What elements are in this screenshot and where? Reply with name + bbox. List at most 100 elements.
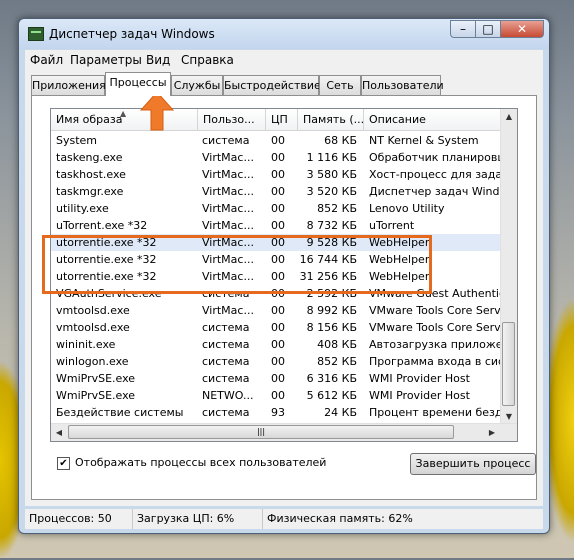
tab-network[interactable]: Сеть xyxy=(319,75,361,95)
process-cpu: 00 xyxy=(271,219,285,232)
menu-bar: Файл Параметры Вид Справка xyxy=(25,50,543,70)
process-memory: 68 КБ xyxy=(324,134,357,147)
column-description[interactable]: Описание xyxy=(364,109,503,131)
process-name: wininit.exe xyxy=(56,338,116,351)
horizontal-scrollbar[interactable]: ◀ ||| ▶ xyxy=(51,423,517,441)
column-image-name[interactable]: ▲ Имя образа xyxy=(51,109,198,131)
process-cpu: 00 xyxy=(271,372,285,385)
process-row[interactable]: System система 00 68 КБ NT Kernel & System xyxy=(51,132,503,149)
process-cpu: 00 xyxy=(271,389,285,402)
column-cpu[interactable]: ЦП xyxy=(266,109,298,131)
status-process-count: Процессов: 50 xyxy=(25,509,133,529)
process-description: uTorrent xyxy=(369,219,415,232)
process-row[interactable]: taskeng.exe VirtMac... 00 1 116 КБ Обработчи… xyxy=(51,149,503,166)
horizontal-scroll-thumb[interactable]: ||| xyxy=(68,425,454,439)
tab-performance[interactable]: Быстродействие xyxy=(223,75,321,95)
process-description: Lenovo Utility xyxy=(369,202,445,215)
scroll-left-icon[interactable]: ◀ xyxy=(51,424,67,441)
process-description: Хост-процесс для задач W xyxy=(369,168,503,181)
process-description: Обработчик планировщ xyxy=(369,151,503,164)
minimize-button[interactable]: – xyxy=(450,20,476,38)
process-row[interactable]: wininit.exe система 00 408 КБ Автозагрузка п… xyxy=(51,336,503,353)
window-title: Диспетчер задач Windows xyxy=(49,27,215,41)
column-image-name-label: Имя образа xyxy=(56,113,123,126)
scroll-up-icon[interactable]: ▲ xyxy=(501,109,517,125)
process-row[interactable]: uTorrent.exe *32 VirtMac... 00 8 732 КБ uTor… xyxy=(51,217,503,234)
maximize-button[interactable]: □ xyxy=(475,20,501,38)
process-memory: 8 732 КБ xyxy=(306,219,357,232)
close-button[interactable]: ✕ xyxy=(500,20,544,38)
status-cpu-usage: Загрузка ЦП: 6% xyxy=(133,509,263,529)
menu-help[interactable]: Справка xyxy=(181,53,234,67)
vertical-scrollbar[interactable]: ▲ ▼ xyxy=(500,109,517,425)
process-row[interactable]: vmtoolsd.exe VirtMac... 00 8 992 КБ VMware T… xyxy=(51,302,503,319)
menu-view[interactable]: Вид xyxy=(146,53,170,67)
title-bar: Диспетчер задач Windows – □ ✕ xyxy=(19,19,549,49)
process-user: система xyxy=(202,372,250,385)
process-cpu: 00 xyxy=(271,151,285,164)
process-name: vmtoolsd.exe xyxy=(56,321,130,334)
process-description: VMware Tools Core Service xyxy=(369,304,503,317)
process-name: uTorrent.exe *32 xyxy=(56,219,148,232)
process-row[interactable]: Бездействие системы система 93 24 КБ Процент… xyxy=(51,404,503,421)
process-cpu: 00 xyxy=(271,134,285,147)
process-user: VirtMac... xyxy=(202,185,254,198)
menu-options[interactable]: Параметры xyxy=(70,53,142,67)
process-row[interactable]: utility.exe VirtMac... 00 852 КБ Lenovo Util… xyxy=(51,200,503,217)
process-name: Бездействие системы xyxy=(56,406,184,419)
process-user: NETWO... xyxy=(202,389,254,402)
process-description: NT Kernel & System xyxy=(369,134,479,147)
tab-users[interactable]: Пользователи xyxy=(361,75,444,95)
process-description: WMI Provider Host xyxy=(369,372,470,385)
status-bar: Процессов: 50 Загрузка ЦП: 6% Физическая… xyxy=(25,509,543,529)
process-row[interactable]: vmtoolsd.exe система 00 8 156 КБ VMware Tool… xyxy=(51,319,503,336)
column-memory[interactable]: Память (... xyxy=(298,109,364,131)
process-name: vmtoolsd.exe xyxy=(56,304,130,317)
process-cpu: 00 xyxy=(271,338,285,351)
tab-applications[interactable]: Приложения xyxy=(31,75,106,95)
process-memory: 6 316 КБ xyxy=(306,372,357,385)
process-row[interactable]: WmiPrvSE.exe система 00 6 316 КБ WMI Provide… xyxy=(51,370,503,387)
process-memory: 8 156 КБ xyxy=(306,321,357,334)
process-memory: 24 КБ xyxy=(324,406,357,419)
highlight-box xyxy=(42,235,432,294)
process-cpu: 00 xyxy=(271,355,285,368)
process-cpu: 00 xyxy=(271,321,285,334)
vertical-scroll-thumb[interactable] xyxy=(502,322,515,406)
column-user[interactable]: Пользо... xyxy=(198,109,266,131)
process-cpu: 00 xyxy=(271,168,285,181)
show-all-processes-label: Отображать процессы всех пользователей xyxy=(75,456,327,469)
process-memory: 3 520 КБ xyxy=(306,185,357,198)
process-description: Диспетчер задач Windows xyxy=(369,185,503,198)
menu-file[interactable]: Файл xyxy=(30,53,63,67)
process-memory: 8 992 КБ xyxy=(306,304,357,317)
process-user: система xyxy=(202,338,250,351)
process-cpu: 93 xyxy=(271,406,285,419)
task-manager-icon xyxy=(28,27,44,41)
process-row[interactable]: taskmgr.exe VirtMac... 00 3 520 КБ Диспетчер… xyxy=(51,183,503,200)
process-description: Автозагрузка приложени xyxy=(369,338,503,351)
end-process-button[interactable]: Завершить процесс xyxy=(410,453,536,475)
process-name: taskhost.exe xyxy=(56,168,126,181)
sort-ascending-icon: ▲ xyxy=(120,109,127,118)
show-all-processes-checkbox[interactable]: ✔ xyxy=(57,457,70,470)
tab-processes[interactable]: Процессы xyxy=(105,72,171,96)
process-row[interactable]: winlogon.exe система 00 852 КБ Программа вхо… xyxy=(51,353,503,370)
process-user: VirtMac... xyxy=(202,219,254,232)
process-description: Программа входа в систе xyxy=(369,355,503,368)
process-user: система xyxy=(202,406,250,419)
process-user: система xyxy=(202,134,250,147)
process-name: WmiPrvSE.exe xyxy=(56,389,136,402)
process-user: VirtMac... xyxy=(202,168,254,181)
scroll-right-icon[interactable]: ▶ xyxy=(484,424,500,441)
process-description: Процент времени бездейс xyxy=(369,406,503,419)
process-cpu: 00 xyxy=(271,304,285,317)
process-row[interactable]: WmiPrvSE.exe NETWO... 00 5 612 КБ WMI Provid… xyxy=(51,387,503,404)
processes-panel: ▲ Имя образа Пользо... ЦП Память (... Оп… xyxy=(31,95,537,500)
tab-services[interactable]: Службы xyxy=(171,75,223,95)
process-memory: 408 КБ xyxy=(317,338,357,351)
process-memory: 3 580 КБ xyxy=(306,168,357,181)
process-name: winlogon.exe xyxy=(56,355,129,368)
process-user: система xyxy=(202,355,250,368)
process-row[interactable]: taskhost.exe VirtMac... 00 3 580 КБ Хост-про… xyxy=(51,166,503,183)
